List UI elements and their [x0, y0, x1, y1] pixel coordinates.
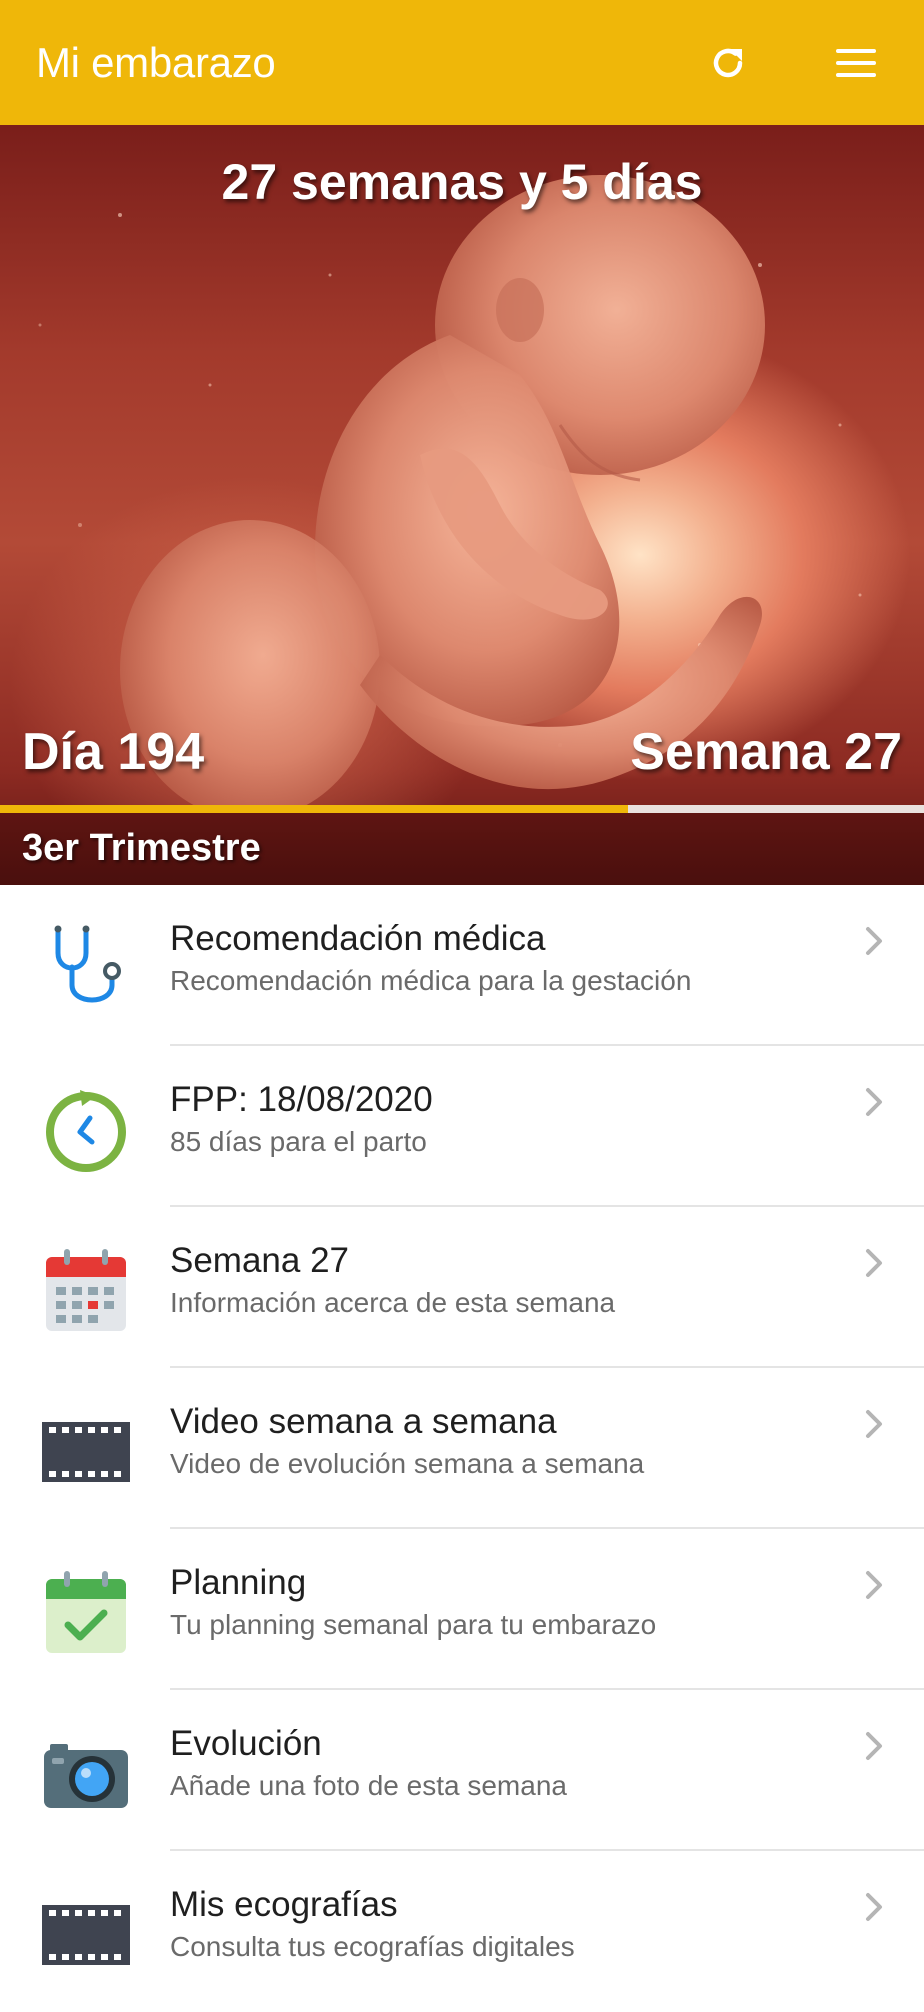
list-item-title: Video semana a semana [170, 1402, 557, 1441]
calendar-check-icon [46, 1571, 126, 1653]
refresh-icon [713, 48, 743, 77]
refresh-button[interactable] [696, 31, 760, 95]
list-item-weekly-video[interactable]: Video semana a semana Video de evolución… [0, 1368, 924, 1529]
pregnancy-duration-heading: 27 semanas y 5 días [221, 154, 703, 210]
chevron-right-icon [866, 1088, 882, 1116]
chevron-right-icon [866, 1249, 882, 1277]
list-item-title: Mis ecografías [170, 1885, 398, 1924]
feature-list: Recomendación médica Recomendación médic… [0, 885, 924, 2012]
list-item-subtitle: Consulta tus ecografías digitales [170, 1931, 575, 1962]
list-item-ultrasounds[interactable]: Mis ecografías Consulta tus ecografías d… [0, 1851, 924, 2012]
list-item-due-date[interactable]: FPP: 18/08/2020 85 días para el parto [0, 1046, 924, 1207]
list-item-subtitle: Información acerca de esta semana [170, 1287, 616, 1318]
list-item-title: Semana 27 [170, 1241, 350, 1280]
pregnancy-progress-fill [0, 805, 629, 813]
chevron-right-icon [866, 1893, 882, 1921]
list-item-title: Planning [170, 1563, 307, 1602]
film-strip-icon [42, 1905, 130, 1965]
app-bar: Mi embarazo [0, 0, 924, 125]
list-item-title: FPP: 18/08/2020 [170, 1080, 433, 1119]
pregnancy-week-label: Semana 27 [630, 723, 902, 781]
stethoscope-icon [54, 925, 121, 1003]
list-item-title: Recomendación médica [170, 919, 546, 958]
trimester-label: 3er Trimestre [22, 827, 261, 869]
list-item-subtitle: Video de evolución semana a semana [170, 1448, 645, 1479]
list-item-subtitle: Recomendación médica para la gestación [170, 965, 692, 996]
pregnancy-progress-bar [0, 805, 924, 813]
chevron-right-icon [866, 927, 882, 955]
pregnancy-day-label: Día 194 [22, 723, 205, 781]
countdown-clock-icon [46, 1090, 126, 1172]
list-item-week-info[interactable]: Semana 27 Información acerca de esta sem… [0, 1207, 924, 1368]
list-item-title: Evolución [170, 1724, 322, 1763]
calendar-icon [46, 1249, 126, 1331]
camera-icon [44, 1744, 128, 1808]
list-item-planning[interactable]: Planning Tu planning semanal para tu emb… [0, 1529, 924, 1690]
hamburger-menu-icon [836, 48, 876, 77]
list-item-subtitle: Añade una foto de esta semana [170, 1770, 567, 1801]
menu-button[interactable] [824, 31, 888, 95]
film-strip-icon [42, 1422, 130, 1482]
chevron-right-icon [866, 1410, 882, 1438]
pregnancy-hero-banner[interactable]: 27 semanas y 5 días Día 194 Semana 27 3e… [0, 125, 924, 885]
list-item-medical-recommendation[interactable]: Recomendación médica Recomendación médic… [0, 885, 924, 1046]
list-item-subtitle: Tu planning semanal para tu embarazo [170, 1609, 657, 1640]
chevron-right-icon [866, 1732, 882, 1760]
app-title: Mi embarazo [36, 38, 276, 86]
list-item-evolution[interactable]: Evolución Añade una foto de esta semana [0, 1690, 924, 1851]
chevron-right-icon [866, 1571, 882, 1599]
list-item-subtitle: 85 días para el parto [170, 1126, 427, 1157]
trimester-band: 3er Trimestre [0, 813, 924, 885]
